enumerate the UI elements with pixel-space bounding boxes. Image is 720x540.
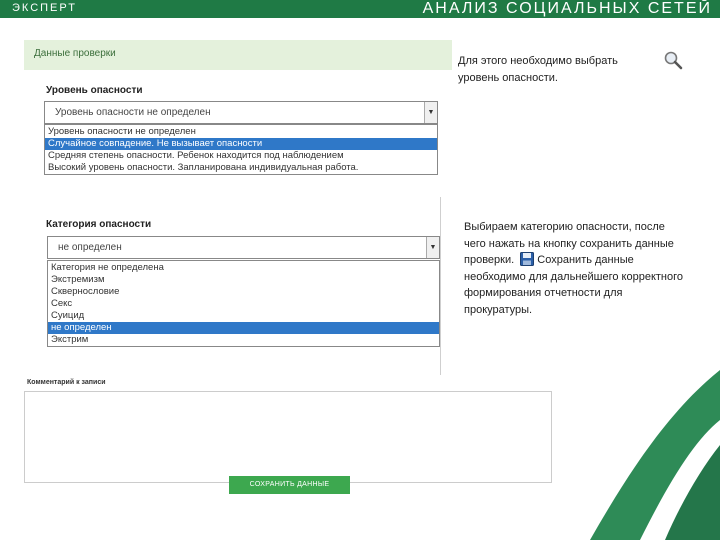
danger-category-selected: не определен [58,242,122,253]
slide-title: АНАЛИЗ СОЦИАЛЬНЫХ СЕТЕЙ [422,0,712,17]
comment-textarea[interactable] [24,391,552,483]
note-select-category: Выбираем категорию опасности, после чего… [464,219,689,318]
danger-level-option[interactable]: Уровень опасности не определен [45,126,437,138]
danger-category-label: Категория опасности [46,219,152,230]
danger-category-option[interactable]: Экстрим [48,334,439,346]
danger-level-label: Уровень опасности [46,85,143,96]
top-bar: ЭКСПЕРТ АНАЛИЗ СОЦИАЛЬНЫХ СЕТЕЙ [0,0,720,18]
danger-level-select[interactable]: Уровень опасности не определен ▼ [44,101,438,124]
magnifier-icon [664,51,683,70]
danger-category-option[interactable]: Сквернословие [48,286,439,298]
check-data-title: Данные проверки [34,48,116,59]
danger-level-option[interactable]: Средняя степень опасности. Ребенок наход… [45,150,437,162]
danger-category-option[interactable]: Суицид [48,310,439,322]
danger-category-option[interactable]: Секс [48,298,439,310]
danger-category-options: Категория не определена Экстремизм Сквер… [47,260,440,347]
danger-category-select[interactable]: не определен ▼ [47,236,440,259]
brand-label: ЭКСПЕРТ [12,2,77,14]
save-check-data-button[interactable]: СОХРАНИТЬ ДАННЫЕ ПРОВЕРКИ [229,476,350,506]
decorative-swoosh [590,370,720,540]
chevron-down-icon[interactable]: ▼ [424,102,437,123]
screenshot-divider [440,197,441,375]
danger-category-option[interactable]: Экстремизм [48,274,439,286]
floppy-disk-icon [520,252,535,266]
danger-level-options: Уровень опасности не определен Случайное… [44,124,438,175]
comment-label: Комментарий к записи [27,379,106,386]
check-data-header: Данные проверки [24,40,452,70]
chevron-down-icon[interactable]: ▼ [426,237,439,258]
danger-level-option[interactable]: Высокий уровень опасности. Запланирована… [45,162,437,174]
danger-level-selected: Уровень опасности не определен [55,107,211,118]
danger-category-option-highlighted[interactable]: не определен [48,322,439,334]
danger-level-option-highlighted[interactable]: Случайное совпадение. Не вызывает опасно… [45,138,437,150]
note-select-level: Для этого необходимо выбрать уровень опа… [458,55,618,84]
danger-category-option[interactable]: Категория не определена [48,262,439,274]
